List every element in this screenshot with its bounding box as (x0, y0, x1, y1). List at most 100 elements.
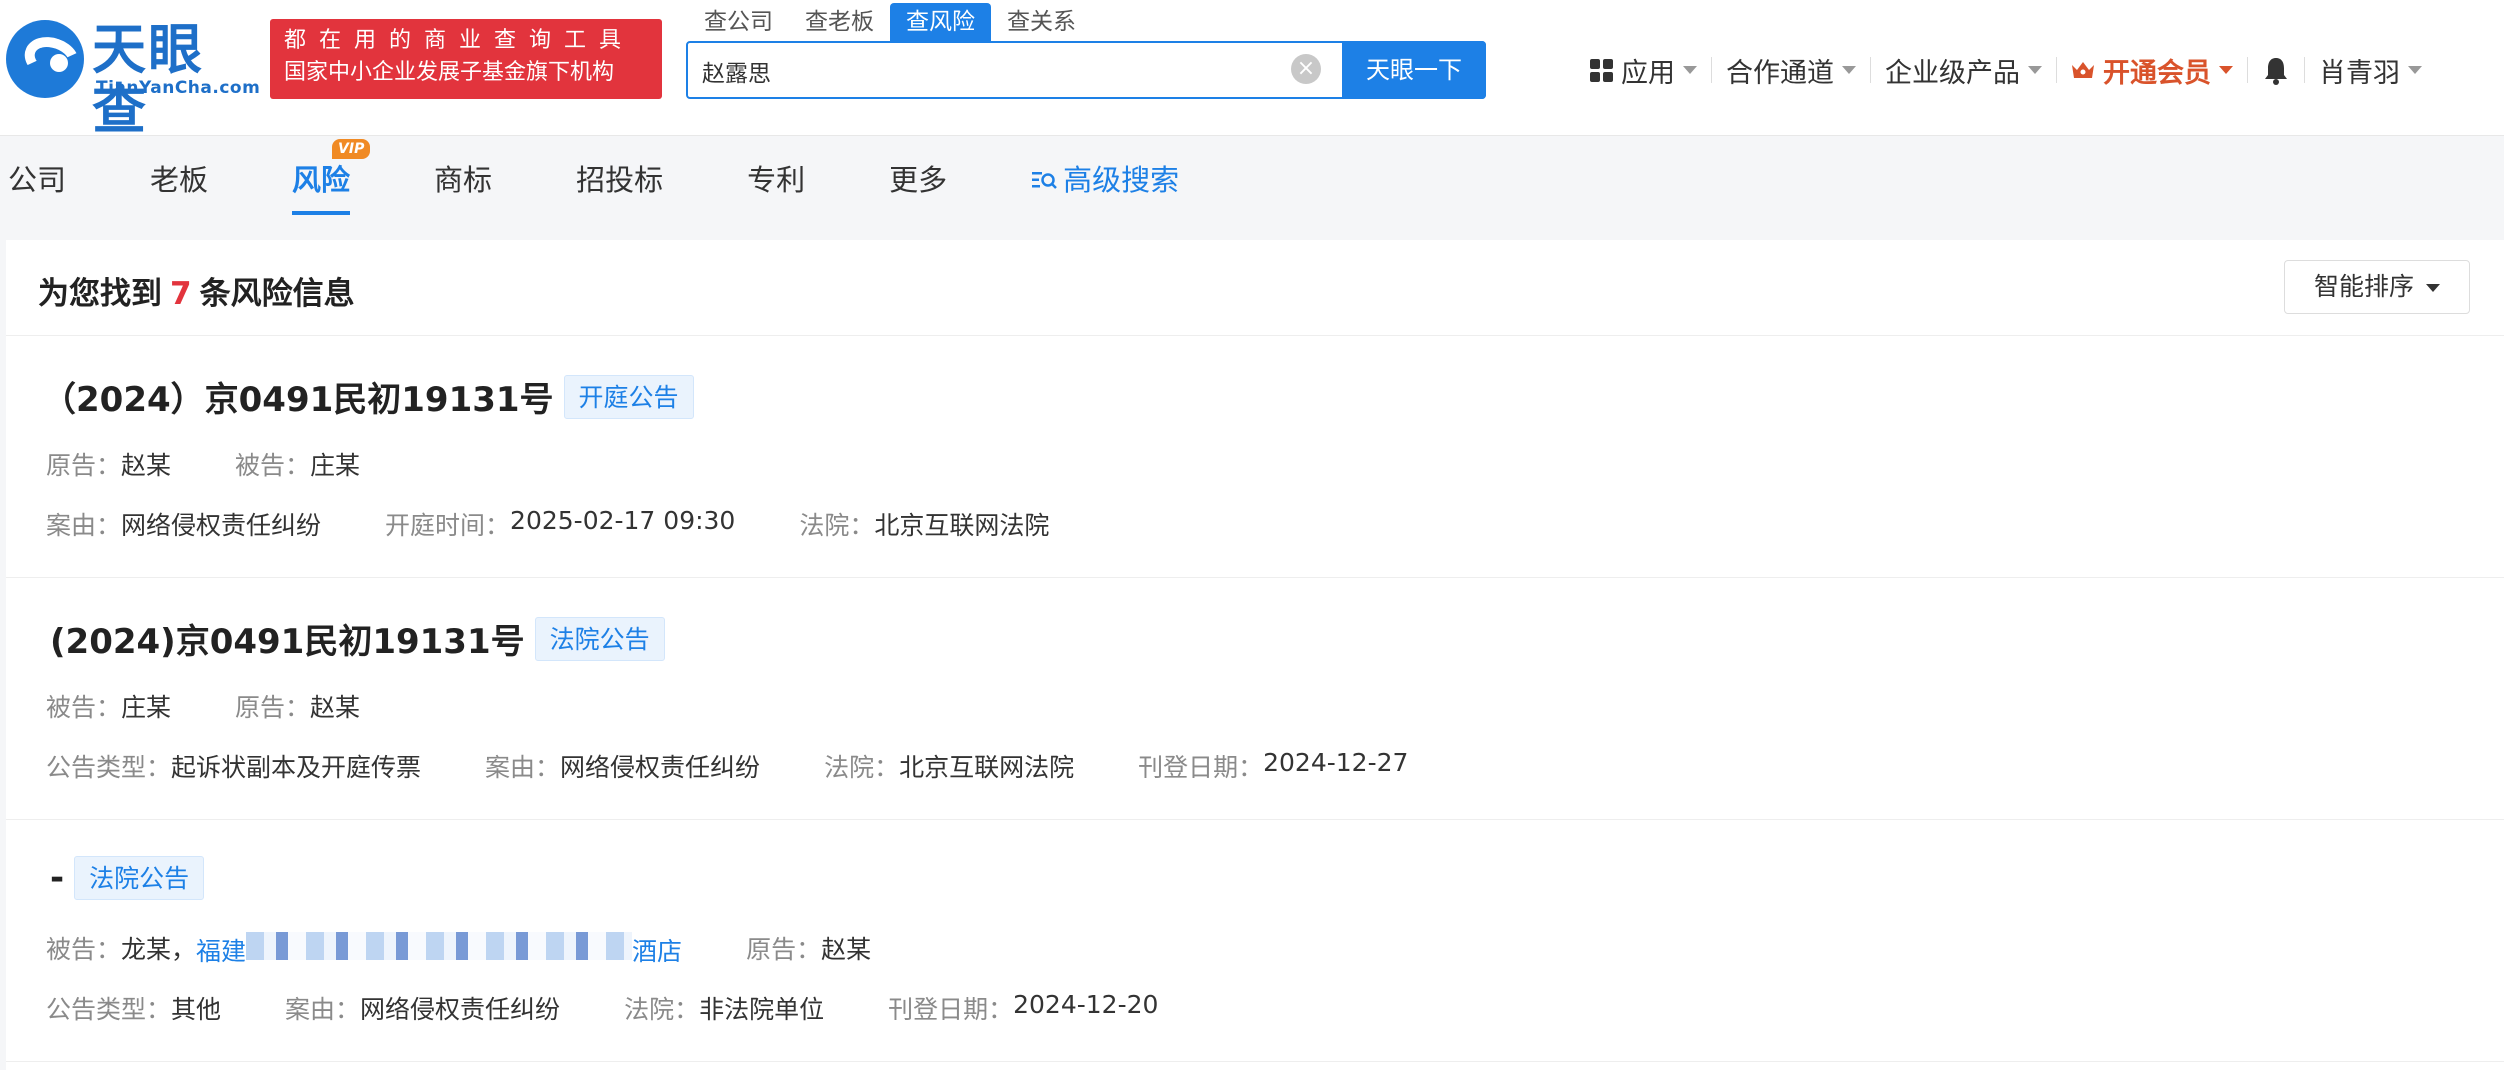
logo-domain: TianYanCha.com (96, 78, 261, 98)
category-tabs: 公司 老板 风险 VIP 商标 招投标 专利 更多 高级搜索 (0, 139, 1179, 215)
risk-card[interactable]: (2024)京0491民初19131号 法院公告 被告： 庄某 原告： 赵某 公告类… (6, 578, 2504, 820)
hearing-time-label: 开庭时间： (385, 511, 511, 540)
cause-value: 网络侵权责任纠纷 (121, 511, 322, 540)
defendant-label: 被告： (46, 935, 122, 964)
search-input[interactable] (702, 53, 1302, 89)
tab-patent[interactable]: 专利 (747, 145, 805, 215)
apps-grid-icon (1590, 58, 1613, 82)
search-button[interactable]: 天眼一下 (1342, 41, 1486, 99)
advanced-search-link[interactable]: 高级搜索 (1031, 145, 1179, 215)
court-value: 非法院单位 (699, 995, 825, 1024)
search-box: × 天眼一下 (686, 41, 1486, 99)
notice-type-value: 其他 (171, 995, 222, 1024)
notice-type-tag: 法院公告 (74, 856, 205, 900)
publish-date-value: 2024-12-27 (1263, 748, 1409, 777)
case-number[interactable]: - (50, 858, 64, 898)
court-label: 法院： (624, 995, 700, 1024)
publish-date-label: 刊登日期： (1138, 753, 1264, 782)
slogan-line-2: 国家中小企业发展子基金旗下机构 (284, 60, 615, 85)
publish-date-value: 2024-12-20 (1013, 990, 1159, 1019)
result-prefix: 为您找到 (38, 276, 162, 312)
court-value: 北京互联网法院 (874, 511, 1050, 540)
nav-notifications[interactable] (2248, 48, 2304, 92)
top-header: 天眼查 TianYanCha.com 都在用的商业查询工具 国家中小企业发展子基… (0, 0, 2504, 140)
plaintiff-label: 原告： (235, 693, 311, 722)
tab-trademark[interactable]: 商标 (434, 145, 492, 215)
tab-bidding[interactable]: 招投标 (576, 145, 663, 215)
nav-enterprise[interactable]: 企业级产品 (1871, 48, 2056, 92)
slogan-banner[interactable]: 都在用的商业查询工具 国家中小企业发展子基金旗下机构 (270, 19, 662, 99)
chevron-down-icon (1683, 66, 1697, 74)
chevron-down-icon (2028, 66, 2042, 74)
tab-risk[interactable]: 风险 VIP (292, 139, 371, 215)
case-number[interactable]: （2024）京0491民初19131号 (42, 372, 554, 421)
company-name-end: 酒店 (632, 937, 683, 966)
publish-date-label: 刊登日期： (888, 995, 1014, 1024)
cause-label: 案由： (485, 753, 561, 782)
nav-channel[interactable]: 合作通道 (1712, 48, 1870, 92)
result-count: 7 (170, 276, 192, 312)
court-value: 北京互联网法院 (899, 753, 1075, 782)
hearing-time-value: 2025-02-17 09:30 (510, 506, 736, 535)
nav-channel-label: 合作通道 (1726, 57, 1834, 89)
notice-type-value: 起诉状副本及开庭传票 (171, 753, 422, 782)
search-tab-relation[interactable]: 查关系 (991, 3, 1092, 41)
user-name: 肖青羽 (2319, 57, 2400, 89)
company-name-start: 福建 (196, 937, 247, 966)
sort-label: 智能排序 (2313, 272, 2414, 301)
tab-boss[interactable]: 老板 (150, 145, 208, 215)
logo-eye-icon (6, 20, 84, 98)
search-tab-boss[interactable]: 查老板 (789, 3, 890, 41)
nav-user[interactable]: 肖青羽 (2305, 48, 2436, 92)
nav-vip[interactable]: 开通会员 (2057, 48, 2247, 92)
crown-icon (2072, 62, 2094, 78)
card-title: （2024）京0491民初19131号 开庭公告 (42, 372, 694, 421)
clear-icon[interactable]: × (1291, 54, 1321, 84)
notice-type-tag: 法院公告 (534, 616, 665, 661)
tianyancha-logo[interactable]: 天眼查 TianYanCha.com (6, 20, 260, 140)
risk-card[interactable]: （2024）京0491民初19131号 开庭公告 原告： 赵某 被告： 庄某 案由：… (6, 336, 2504, 578)
tab-more[interactable]: 更多 (889, 145, 947, 215)
card-details-row: 公告类型： 起诉状副本及开庭传票 案由： 网络侵权责任纠纷 法院： 北京互联网法院 刊… (46, 748, 1472, 784)
result-suffix: 条风险信息 (199, 276, 355, 312)
chevron-down-icon (2219, 66, 2233, 74)
defendant-label: 被告： (235, 451, 311, 480)
case-number[interactable]: (2024)京0491民初19131号 (50, 614, 525, 663)
plaintiff-value: 赵某 (821, 935, 872, 964)
defendant-value: 庄某 (310, 451, 361, 480)
results-panel: 为您找到 7 条风险信息 智能排序 （2024）京0491民初19131号 开庭公告… (6, 240, 2504, 1070)
notice-type-label: 公告类型： (46, 995, 172, 1024)
plaintiff-value: 赵某 (310, 693, 361, 722)
plaintiff-value: 赵某 (121, 451, 172, 480)
court-label: 法院： (799, 511, 875, 540)
sort-dropdown[interactable]: 智能排序 (2284, 260, 2470, 314)
advanced-search-icon (1032, 172, 1057, 189)
defendant-company-link[interactable]: 福建 酒店 (196, 930, 682, 968)
card-parties-row: 被告： 龙某， 福建 酒店 原告： 赵某 (46, 930, 935, 968)
redacted-text (246, 932, 633, 960)
notice-type-tag: 开庭公告 (563, 374, 694, 419)
plaintiff-label: 原告： (746, 935, 822, 964)
nav-apps[interactable]: 应用 (1576, 48, 1711, 92)
defendant-value: 庄某 (121, 693, 172, 722)
risk-card[interactable]: - 法院公告 被告： 龙某， 福建 酒店 原告： 赵某 公告类型： 其他 案由： 网络侵… (6, 820, 2504, 1062)
cause-label: 案由： (285, 995, 361, 1024)
cause-label: 案由： (46, 511, 122, 540)
results-header: 为您找到 7 条风险信息 智能排序 (6, 240, 2504, 336)
chevron-down-icon (1842, 66, 1856, 74)
search-tab-risk[interactable]: 查风险 (890, 3, 991, 41)
card-parties-row: 原告： 赵某 被告： 庄某 (46, 446, 424, 482)
defendant-label: 被告： (46, 693, 122, 722)
court-label: 法院： (824, 753, 900, 782)
notice-type-label: 公告类型： (46, 753, 172, 782)
advanced-search-label: 高级搜索 (1063, 163, 1180, 197)
search-tab-company[interactable]: 查公司 (688, 3, 789, 41)
nav-enterprise-label: 企业级产品 (1885, 57, 2020, 89)
cause-value: 网络侵权责任纠纷 (560, 753, 761, 782)
card-title: (2024)京0491民初19131号 法院公告 (42, 614, 665, 663)
result-count-title: 为您找到 7 条风险信息 (38, 268, 355, 313)
defendant-person: 龙某， (121, 935, 197, 964)
nav-apps-label: 应用 (1621, 57, 1675, 89)
tab-company[interactable]: 公司 (8, 145, 66, 215)
top-nav: 应用 合作通道 企业级产品 开通会员 肖青羽 (1576, 48, 2436, 92)
